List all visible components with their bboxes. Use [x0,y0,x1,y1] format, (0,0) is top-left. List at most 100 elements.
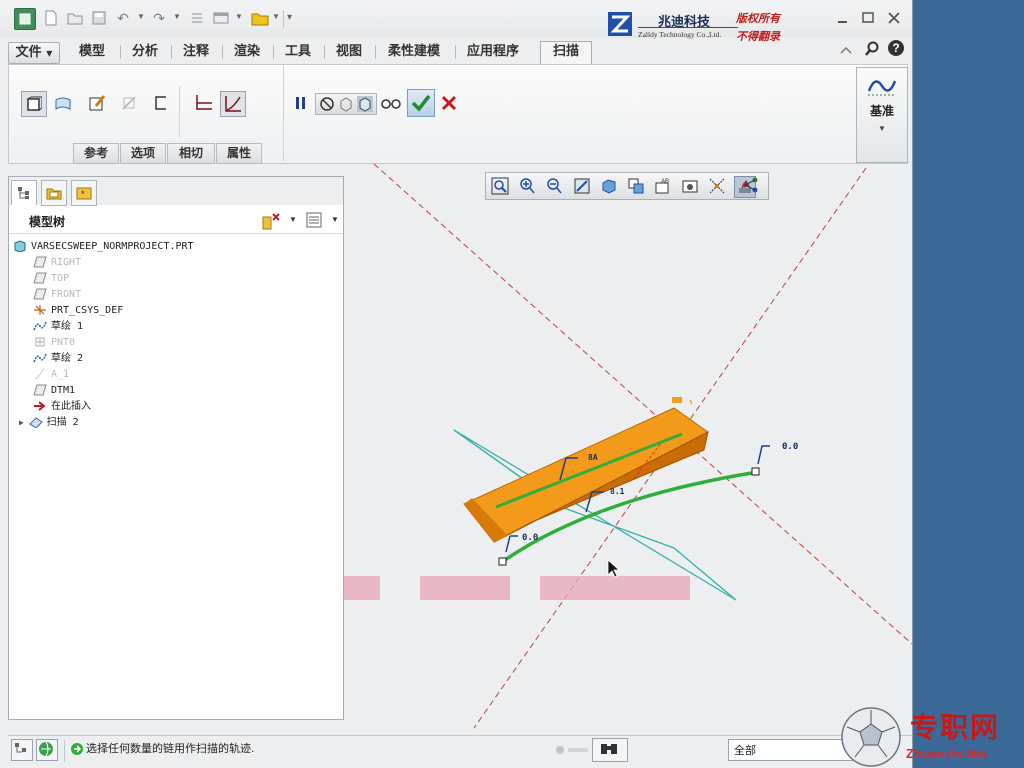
datum-group-button[interactable]: 基准 ▼ [856,67,908,163]
tree-item-label: A_1 [51,369,70,380]
tab-flexible-modeling[interactable]: 柔性建模 [380,42,448,62]
subtab-tangency[interactable]: 相切 [167,143,215,164]
open-folder-icon[interactable] [66,9,84,27]
tree-item[interactable]: A_1 [33,367,69,383]
tab-applications[interactable]: 应用程序 [460,42,526,62]
sketch-section-button[interactable] [85,91,109,115]
datum-dropdown-icon: ▼ [878,124,886,133]
dim-label-end: 0.0 [782,442,798,452]
mouse-cursor-icon [607,559,621,578]
tree-item[interactable]: PRT_CSYS_DEF [33,303,123,319]
tree-settings-icon[interactable] [261,211,283,234]
tab-analysis[interactable]: 分析 [125,42,165,62]
undo-dropdown-icon[interactable]: ▼ [137,12,145,21]
no-preview-icon[interactable] [319,96,335,112]
tree-show-icon[interactable] [305,211,323,232]
tab-sweep[interactable]: 扫描 [540,41,592,65]
sweep-solid-top-face [463,407,709,543]
folder-browser-tab-icon[interactable] [41,180,67,206]
tree-item[interactable]: 草绘 2 [33,351,83,367]
selection-filter-button[interactable] [592,738,628,762]
redo-icon[interactable]: ↷ [150,9,168,27]
tab-model[interactable]: 模型 [72,42,112,62]
undo-icon[interactable]: ↶ [114,9,132,27]
variable-section-button[interactable] [220,91,246,117]
datum-plane-icon [33,256,47,268]
thicken-sketch-button[interactable] [149,91,173,115]
subtab-options[interactable]: 选项 [120,143,166,164]
navigator-tabs: * [9,177,343,206]
toolbar-divider [283,10,284,28]
tree-item[interactable]: FRONT [33,287,81,303]
save-icon[interactable] [90,9,108,27]
search-icon[interactable] [864,41,880,60]
close-button[interactable] [887,11,901,25]
trajectory-start-handle[interactable] [498,557,507,566]
minimize-button[interactable] [836,11,850,25]
verify-mode-icon[interactable] [357,96,373,112]
soccer-ball-logo-icon [841,707,901,767]
glasses-preview-icon[interactable] [379,91,403,115]
tab-separator [375,45,376,59]
apply-ok-button[interactable] [407,89,435,117]
regenerate-icon[interactable] [188,9,206,27]
tree-header-divider [9,233,343,234]
solid-sweep-button[interactable] [21,91,47,117]
show-navigator-icon[interactable] [11,739,33,761]
maximize-button[interactable] [861,11,875,25]
sketch-icon [33,320,47,332]
status-message: 选择任何数量的链用作扫描的轨迹. [86,742,255,755]
tree-item[interactable]: 草绘 1 [33,319,83,335]
tree-settings-dropdown-icon[interactable]: ▼ [289,215,297,224]
trajectory-end-handle[interactable] [751,467,760,476]
windows-dropdown-icon[interactable]: ▼ [235,12,243,21]
favorites-tab-icon[interactable]: * [71,180,97,206]
redo-dropdown-icon[interactable]: ▼ [173,12,181,21]
graphics-viewport[interactable]: 0.0 0.0 8A 8.1 [344,160,912,734]
datum-plane-icon [33,288,47,300]
logo-company-en: Zalldy Technology Co.,Ltd. [638,30,722,39]
tab-view[interactable]: 视图 [329,42,369,62]
tree-item[interactable]: RIGHT [33,255,81,271]
datum-plane-icon [33,272,47,284]
tab-annotate[interactable]: 注释 [176,42,216,62]
customize-toolbar-icon[interactable]: ▾ [287,12,292,23]
geometry-preview-icon[interactable] [338,96,354,112]
tab-render[interactable]: 渲染 [227,42,267,62]
cancel-button[interactable] [437,91,461,115]
quick-access-dropdown-icon[interactable]: ▼ [272,12,280,21]
app-icon[interactable] [14,8,36,30]
tree-item[interactable]: VARSECSWEEP_NORMPROJECT.PRT [13,239,194,255]
remove-material-button[interactable] [117,91,141,115]
datum-curve-icon [867,80,897,96]
tree-item-label: 扫描 2 [46,417,79,428]
datum-point-icon [33,336,47,348]
model-tree-tab-icon[interactable] [11,180,37,205]
pause-button[interactable] [289,91,313,115]
browser-icon[interactable] [36,739,58,761]
close-window-icon[interactable] [251,9,269,27]
collapse-ribbon-icon[interactable] [840,44,852,58]
datum-label: 基准 [869,104,894,118]
subtab-references[interactable]: 参考 [73,143,119,164]
insert-here-arrow-icon [33,400,47,412]
tree-item[interactable]: DTM1 [33,383,75,399]
subtab-properties[interactable]: 属性 [216,143,262,164]
windows-icon[interactable] [212,9,230,27]
tree-item[interactable]: 在此插入 [33,399,91,415]
help-icon[interactable]: ? [888,40,904,56]
tree-item[interactable]: ▶ 扫描 2 [19,415,79,431]
new-file-icon[interactable] [42,9,60,27]
tab-file[interactable]: 文件 ▼ [8,42,60,64]
surface-sweep-button[interactable] [51,91,75,115]
expand-arrow-icon[interactable]: ▶ [19,418,29,427]
tree-item-label: PNT0 [51,337,76,348]
tree-item[interactable]: PNT0 [33,335,75,351]
part-icon [13,240,27,253]
tree-item-label: VARSECSWEEP_NORMPROJECT.PRT [31,241,194,252]
constant-section-button[interactable] [192,91,216,115]
zalldy-logo-icon [608,12,632,36]
tree-show-dropdown-icon[interactable]: ▼ [331,215,339,224]
tab-tools[interactable]: 工具 [278,42,318,62]
tree-item[interactable]: TOP [33,271,69,287]
